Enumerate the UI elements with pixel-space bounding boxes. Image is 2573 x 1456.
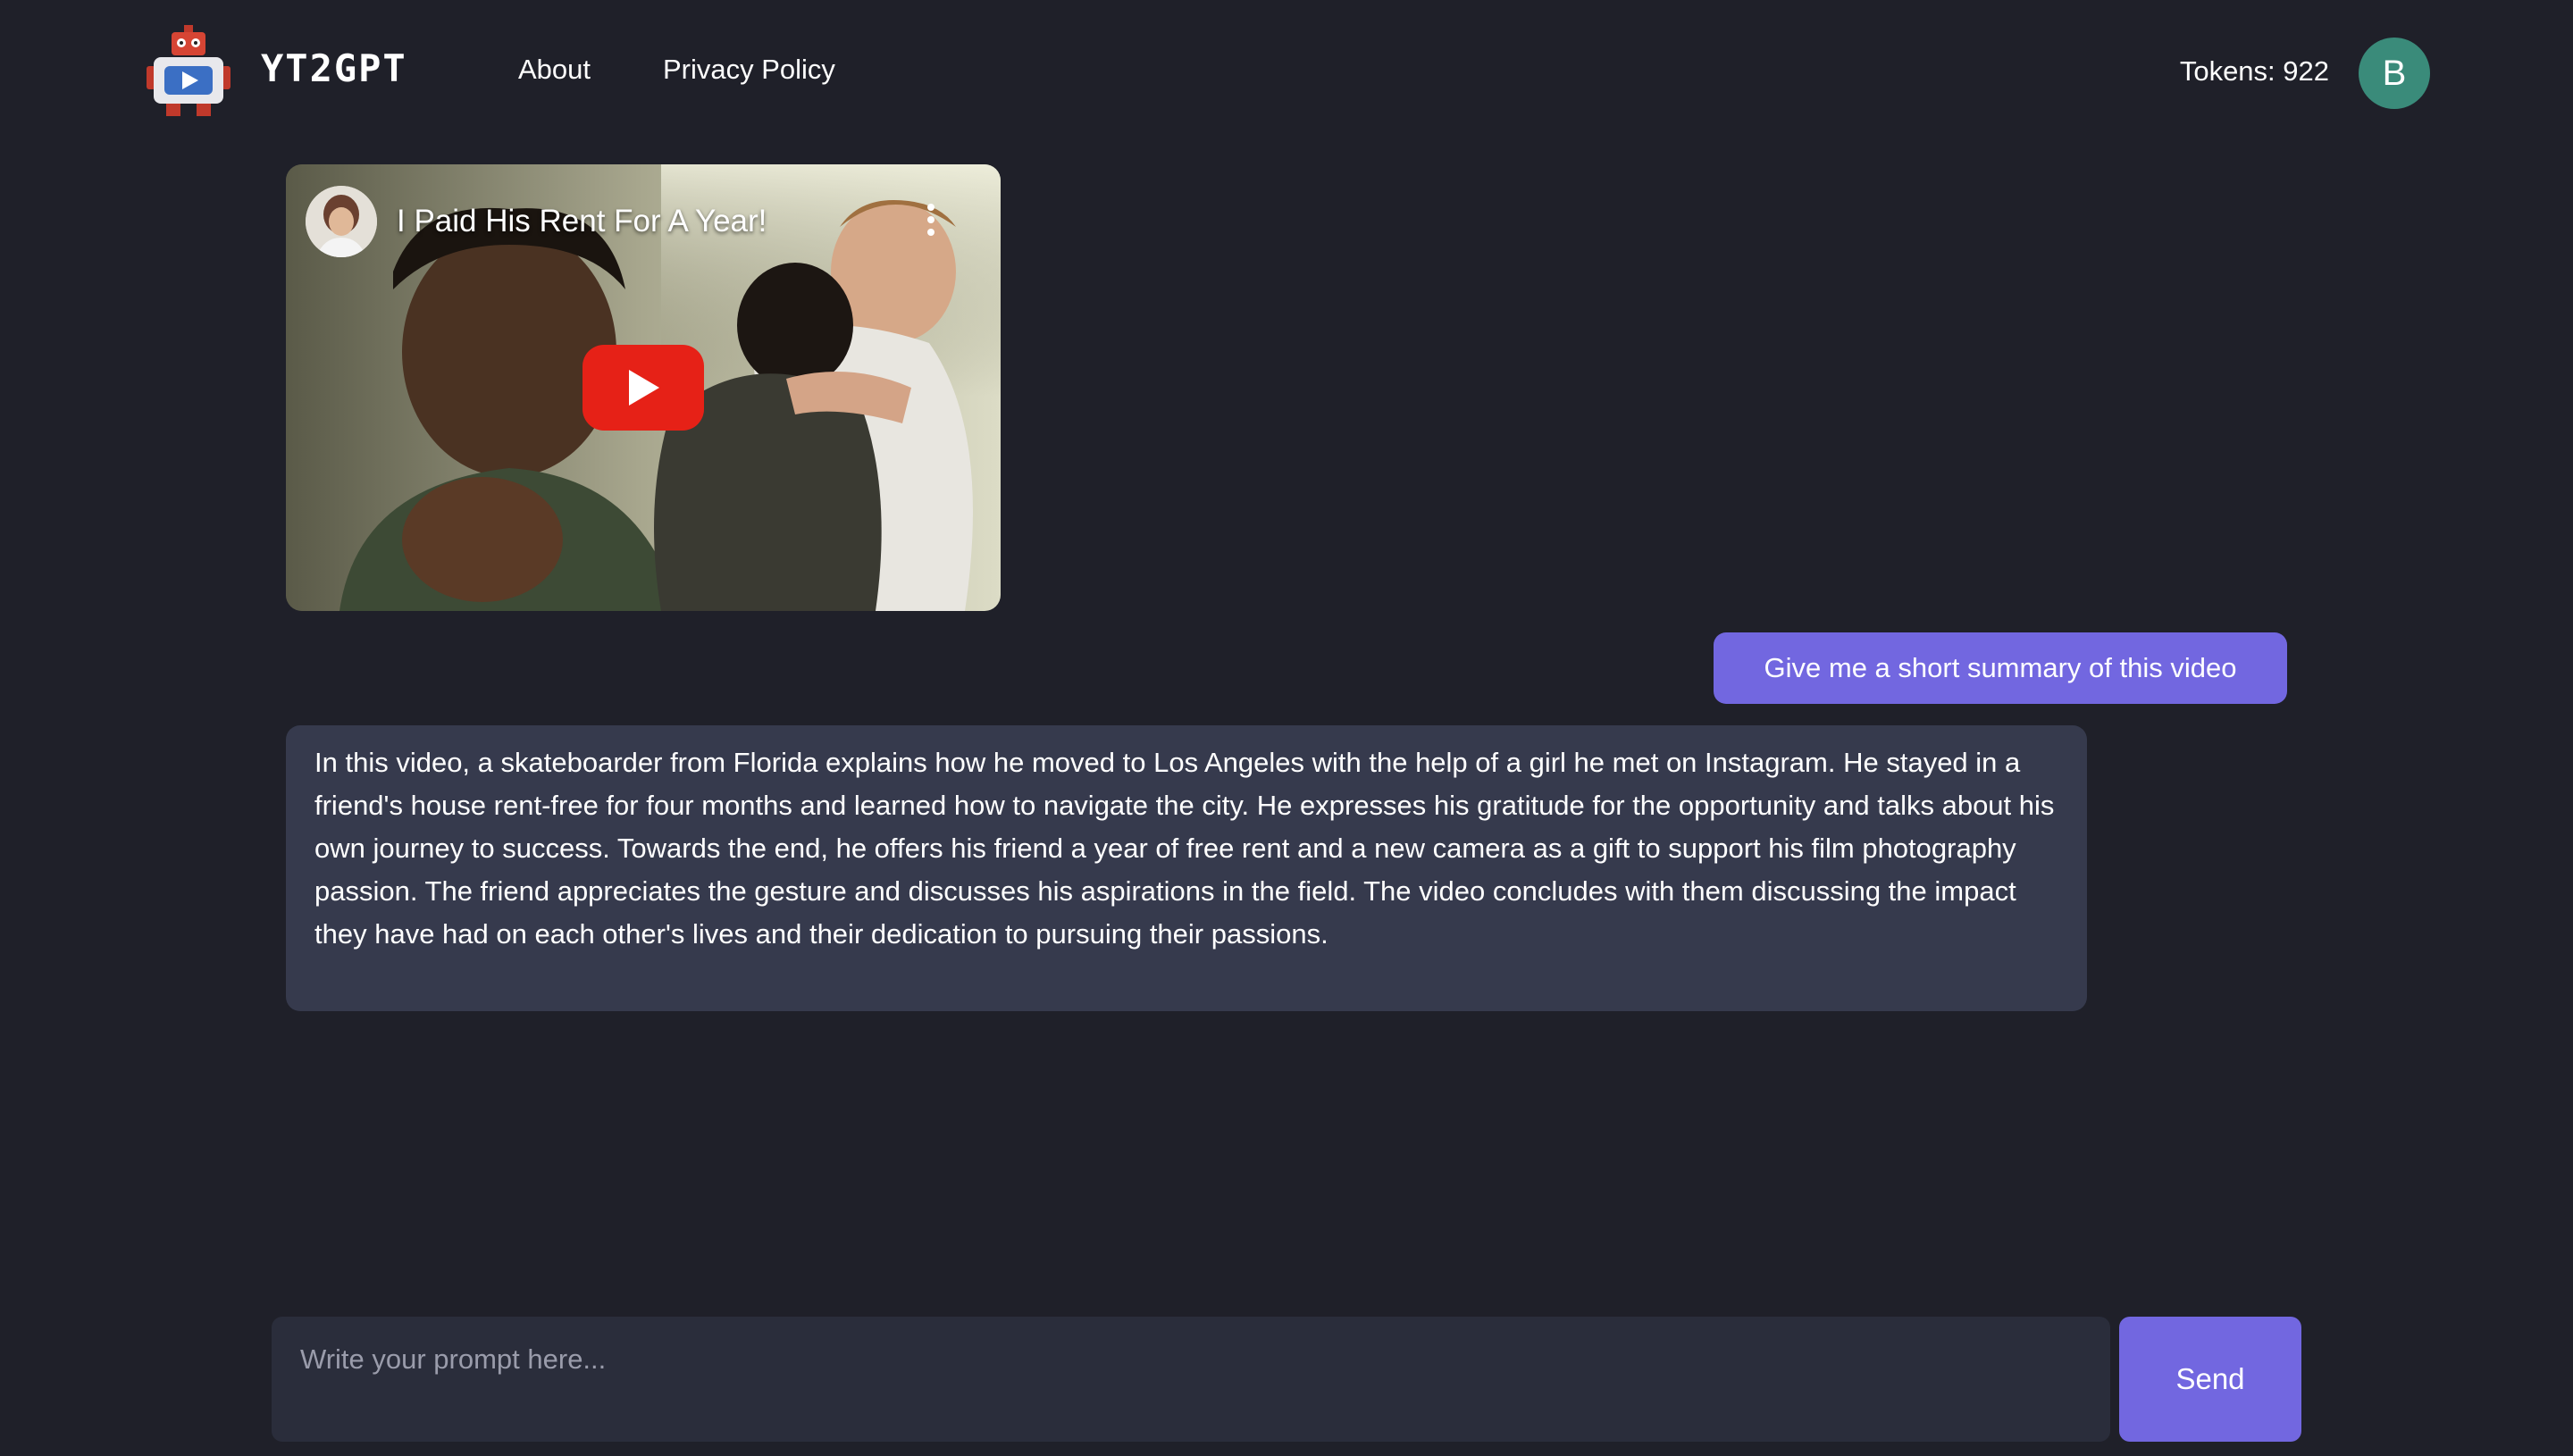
prompt-input[interactable] (272, 1317, 2110, 1442)
send-button[interactable]: Send (2119, 1317, 2301, 1442)
nav-about-link[interactable]: About (518, 54, 591, 86)
robot-logo-icon[interactable] (147, 25, 230, 118)
video-title[interactable]: I Paid His Rent For A Year! (397, 204, 767, 239)
nav-privacy-policy-link[interactable]: Privacy Policy (663, 54, 835, 86)
tokens-counter: Tokens: 922 (2179, 55, 2329, 87)
more-vertical-icon[interactable] (922, 204, 940, 247)
youtube-play-icon[interactable] (582, 345, 704, 431)
assistant-message-bubble: In this video, a skateboarder from Flori… (286, 725, 2087, 1011)
user-avatar[interactable]: B (2359, 38, 2430, 109)
brand-name[interactable]: YT2GPT (261, 46, 407, 90)
top-navbar: YT2GPT About Privacy Policy Tokens: 922 … (0, 0, 2573, 146)
youtube-video-embed[interactable]: I Paid His Rent For A Year! (286, 164, 1001, 611)
channel-avatar[interactable] (306, 186, 377, 257)
user-message-bubble: Give me a short summary of this video (1714, 632, 2287, 704)
